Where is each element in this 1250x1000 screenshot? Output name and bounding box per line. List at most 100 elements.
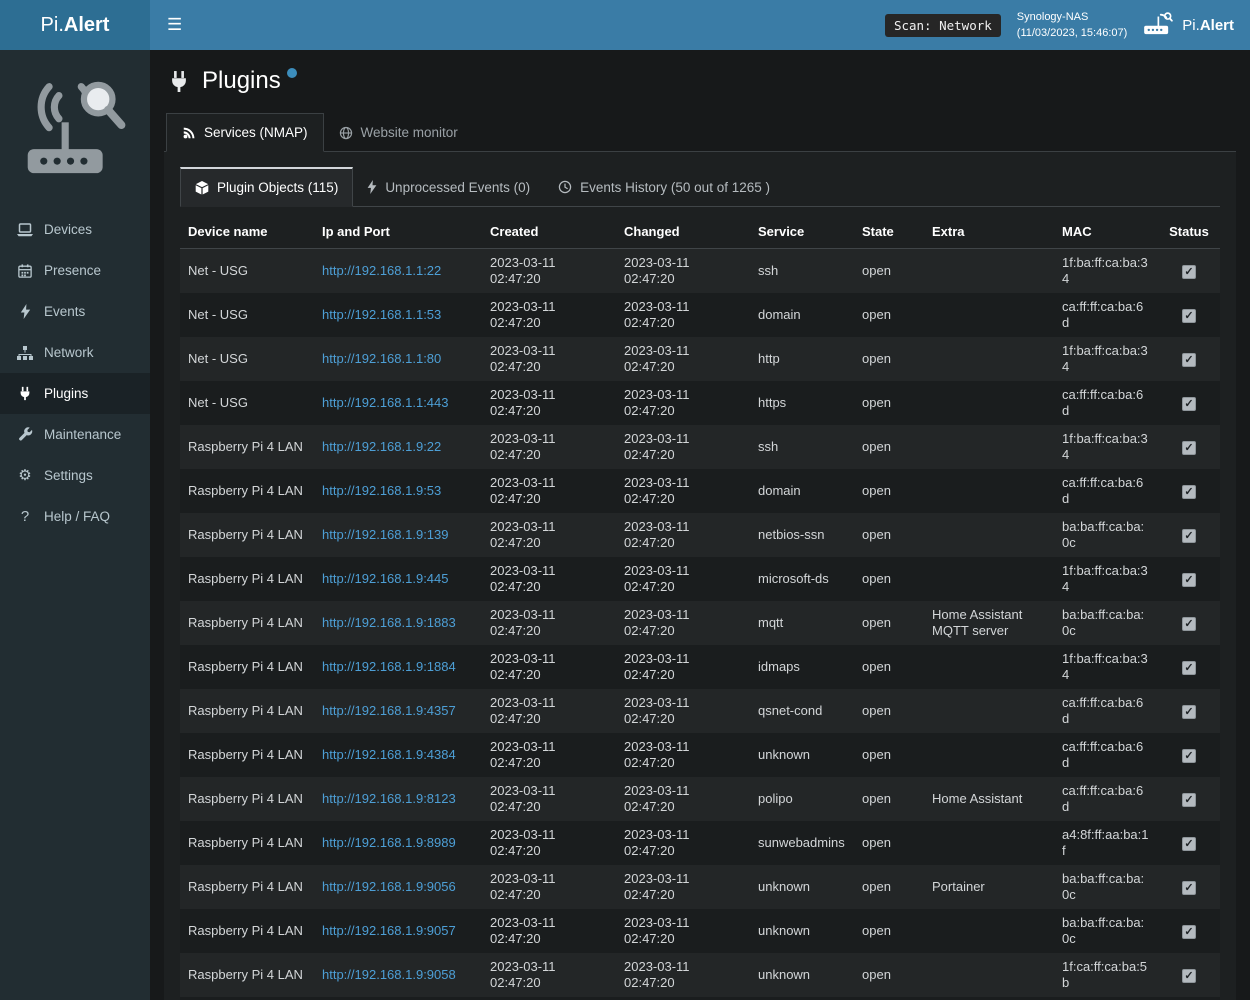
ip-port-link[interactable]: http://192.168.1.9:9056 [322,879,456,894]
subtab-label: Unprocessed Events (0) [385,180,530,195]
sidebar-item-label: Plugins [44,386,88,401]
ip-port-link[interactable]: http://192.168.1.9:1884 [322,659,456,674]
status-checkbox[interactable]: ✓ [1182,397,1196,411]
status-checkbox[interactable]: ✓ [1182,573,1196,587]
status-checkbox[interactable]: ✓ [1182,309,1196,323]
device-name-cell: Raspberry Pi 4 LAN [180,469,314,513]
table-row: Raspberry Pi 4 LAN http://192.168.1.9:81… [180,777,1220,821]
state-cell: open [854,953,924,997]
ip-port-link[interactable]: http://192.168.1.9:8123 [322,791,456,806]
subtab-unprocessed-events[interactable]: Unprocessed Events (0) [353,167,544,207]
ip-port-link[interactable]: http://192.168.1.1:80 [322,351,441,366]
changed-cell: 2023-03-11 02:47:20 [616,293,750,337]
service-cell: ssh [750,425,854,469]
app-logo-text: Pi.Alert [41,14,110,37]
calendar-icon [16,264,34,278]
service-cell: unknown [750,733,854,777]
ip-port-link[interactable]: http://192.168.1.9:22 [322,439,441,454]
ip-port-link[interactable]: http://192.168.1.1:22 [322,263,441,278]
mac-cell: ca:ff:ff:ca:ba:6d [1054,777,1158,821]
page-title-text: Plugins [202,66,281,96]
signal-icon [182,126,196,140]
status-checkbox[interactable]: ✓ [1182,793,1196,807]
extra-cell [924,821,1054,865]
sidebar-item-devices[interactable]: Devices [0,209,150,250]
changed-cell: 2023-03-11 02:47:20 [616,557,750,601]
ip-port-cell: http://192.168.1.9:53 [314,469,482,513]
ip-port-link[interactable]: http://192.168.1.9:139 [322,527,449,542]
status-checkbox[interactable]: ✓ [1182,617,1196,631]
created-cell: 2023-03-11 02:47:20 [482,469,616,513]
navbar-right: Scan: Network Synology-NAS (11/03/2023, … [885,9,1250,42]
created-cell: 2023-03-11 02:47:20 [482,689,616,733]
column-header-state: State [854,215,924,249]
status-checkbox[interactable]: ✓ [1182,353,1196,367]
created-cell: 2023-03-11 02:47:20 [482,865,616,909]
status-checkbox[interactable]: ✓ [1182,441,1196,455]
subtab-events-history[interactable]: Events History (50 out of 1265 ) [544,167,784,207]
ip-port-link[interactable]: http://192.168.1.1:53 [322,307,441,322]
ip-port-link[interactable]: http://192.168.1.9:4384 [322,747,456,762]
created-cell: 2023-03-11 02:47:20 [482,953,616,997]
mac-cell: 1f:ca:ff:ca:ba:5b [1054,953,1158,997]
plug-icon [168,70,190,98]
ip-port-link[interactable]: http://192.168.1.9:53 [322,483,441,498]
service-cell: idmaps [750,645,854,689]
help-badge[interactable] [287,68,297,78]
status-checkbox[interactable]: ✓ [1182,925,1196,939]
sidebar-item-settings[interactable]: ⚙ Settings [0,455,150,496]
ip-port-cell: http://192.168.1.9:4357 [314,689,482,733]
extra-cell [924,513,1054,557]
column-header-mac: MAC [1054,215,1158,249]
sidebar-item-label: Devices [44,222,92,237]
service-cell: http [750,337,854,381]
ip-port-link[interactable]: http://192.168.1.9:9058 [322,967,456,982]
mac-cell: ba:ba:ff:ca:ba:0c [1054,865,1158,909]
sidebar-item-plugins[interactable]: Plugins [0,373,150,414]
extra-cell [924,953,1054,997]
state-cell: open [854,865,924,909]
status-checkbox[interactable]: ✓ [1182,529,1196,543]
sidebar-item-network[interactable]: Network [0,332,150,373]
state-cell: open [854,469,924,513]
ip-port-link[interactable]: http://192.168.1.1:443 [322,395,449,410]
column-header-device-name: Device name [180,215,314,249]
ip-port-link[interactable]: http://192.168.1.9:4357 [322,703,456,718]
tab-services-nmap[interactable]: Services (NMAP) [166,113,324,152]
wrench-icon [16,427,34,442]
changed-cell: 2023-03-11 02:47:20 [616,249,750,294]
ip-port-link[interactable]: http://192.168.1.9:445 [322,571,449,586]
mac-cell: ba:ba:ff:ca:ba:0c [1054,513,1158,557]
ip-port-cell: http://192.168.1.9:445 [314,557,482,601]
sidebar-item-presence[interactable]: Presence [0,250,150,291]
status-checkbox[interactable]: ✓ [1182,881,1196,895]
changed-cell: 2023-03-11 02:47:20 [616,733,750,777]
status-checkbox[interactable]: ✓ [1182,485,1196,499]
tab-website-monitor[interactable]: Website monitor [324,113,473,152]
status-checkbox[interactable]: ✓ [1182,969,1196,983]
mac-cell: ba:ba:ff:ca:ba:0c [1054,601,1158,645]
status-checkbox[interactable]: ✓ [1182,265,1196,279]
check-icon: ✓ [1184,311,1193,322]
ip-port-link[interactable]: http://192.168.1.9:8989 [322,835,456,850]
table-header-row: Device name Ip and Port Created Changed … [180,215,1220,249]
ip-port-link[interactable]: http://192.168.1.9:9057 [322,923,456,938]
check-icon: ✓ [1184,531,1193,542]
check-icon: ✓ [1184,399,1193,410]
sidebar-item-maintenance[interactable]: Maintenance [0,414,150,455]
services-panel: Plugin Objects (115) Unprocessed Events … [164,152,1236,1000]
sidebar-toggle-button[interactable]: ☰ [150,0,199,50]
status-checkbox[interactable]: ✓ [1182,705,1196,719]
sidebar-item-help[interactable]: ? Help / FAQ [0,496,150,537]
status-checkbox[interactable]: ✓ [1182,837,1196,851]
status-checkbox[interactable]: ✓ [1182,661,1196,675]
ip-port-link[interactable]: http://192.168.1.9:1883 [322,615,456,630]
app-logo[interactable]: Pi.Alert [0,0,150,50]
subtab-plugin-objects[interactable]: Plugin Objects (115) [180,167,353,207]
status-cell: ✓ [1158,513,1220,557]
status-checkbox[interactable]: ✓ [1182,749,1196,763]
device-name-cell: Net - USG [180,249,314,294]
sidebar-item-events[interactable]: Events [0,291,150,332]
mac-cell: ca:ff:ff:ca:ba:6d [1054,293,1158,337]
table-row: Net - USG http://192.168.1.1:53 2023-03-… [180,293,1220,337]
